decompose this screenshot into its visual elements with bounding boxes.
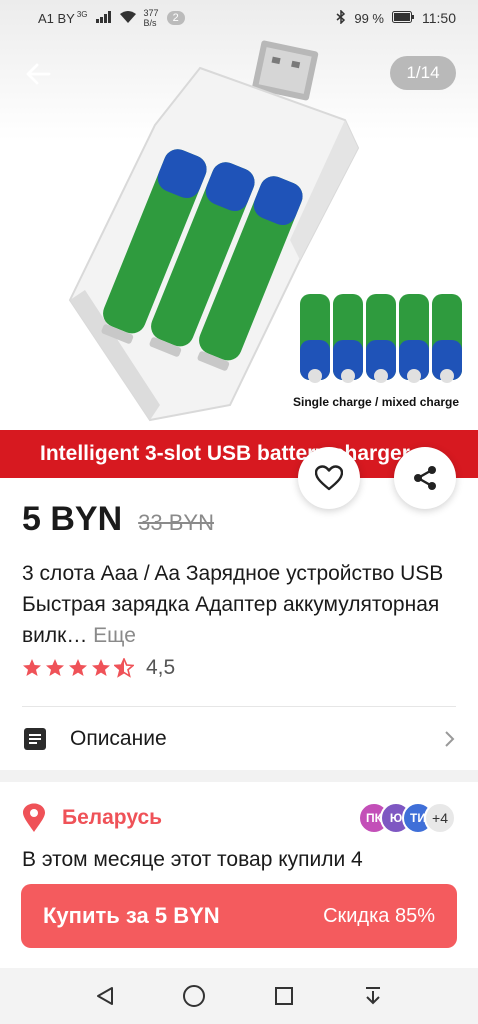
nav-back-button[interactable]	[85, 976, 125, 1016]
description-row[interactable]: Описание	[22, 712, 456, 766]
download-arrow-icon	[366, 987, 381, 1005]
carrier-label: A1 BY	[38, 10, 75, 26]
clock: 11:50	[422, 10, 456, 26]
system-nav-bar	[0, 968, 478, 1024]
star-icon	[46, 659, 64, 676]
nav-notifications-button[interactable]	[353, 976, 393, 1016]
network-label: 3G	[76, 9, 88, 19]
discount-label: Скидка 85%	[323, 904, 435, 927]
status-left: A1 BY 3G 377 B/s 2	[38, 8, 185, 28]
speed-value: 377	[143, 8, 159, 18]
product-image-gallery[interactable]: 1/14 Single charge / mixed charge Intell…	[0, 0, 478, 478]
location-pin-icon	[23, 803, 45, 832]
location-country: Беларусь	[62, 806, 163, 829]
triangle-back-icon	[96, 987, 113, 1005]
arrow-left-icon	[26, 63, 51, 85]
heart-icon	[315, 465, 343, 491]
purchase-stats: В этом месяце этот товар купили 4	[22, 848, 363, 871]
share-icon	[414, 466, 436, 490]
buyer-avatars[interactable]: ПК Ю ТИ +4	[358, 802, 456, 834]
star-icon	[92, 659, 110, 676]
price-row: 5 BYN 33 BYN	[22, 500, 214, 539]
product-page: A1 BY 3G 377 B/s 2 99 % 11:50 1/14 Singl…	[0, 0, 478, 1024]
wifi-icon	[119, 10, 136, 26]
buy-button[interactable]: Купить за 5 BYN Скидка 85%	[21, 884, 457, 948]
status-bar: A1 BY 3G 377 B/s 2 99 % 11:50	[0, 0, 478, 36]
network-speed: 377 B/s	[144, 8, 159, 28]
image-counter: 1/14	[390, 56, 456, 90]
location-row[interactable]: Беларусь ПК Ю ТИ +4	[22, 800, 456, 836]
nav-home-button[interactable]	[174, 976, 214, 1016]
chevron-right-icon	[445, 731, 455, 747]
signal-icon	[95, 10, 112, 26]
square-recents-icon	[274, 987, 293, 1005]
product-title[interactable]: 3 слота Aaa / Aa Зарядное устройство USB…	[22, 558, 462, 651]
battery-percent: 99 %	[354, 10, 384, 26]
divider	[22, 706, 456, 707]
star-half-icon	[114, 658, 134, 678]
status-right: 99 % 11:50	[336, 8, 456, 27]
star-icon	[23, 659, 41, 676]
avatar-more-count: +4	[424, 802, 456, 834]
image-caption: Single charge / mixed charge	[293, 395, 460, 409]
speed-unit: B/s	[143, 18, 157, 28]
rating-stars	[22, 658, 134, 678]
rating-row[interactable]: 4,5	[22, 656, 175, 680]
circle-home-icon	[183, 985, 206, 1007]
product-title-text: 3 слота Aaa / Aa Зарядное устройство USB…	[22, 562, 444, 647]
old-price: 33 BYN	[138, 510, 214, 535]
nav-recents-button[interactable]	[264, 976, 304, 1016]
description-label: Описание	[70, 727, 167, 750]
rating-value: 4,5	[146, 656, 176, 679]
section-separator	[0, 770, 478, 782]
favorite-button[interactable]	[298, 447, 360, 509]
buy-button-label: Купить за 5 BYN	[43, 903, 220, 928]
bluetooth-icon	[336, 8, 346, 27]
document-icon	[24, 728, 46, 750]
current-price: 5 BYN	[22, 500, 123, 538]
back-button[interactable]	[20, 56, 56, 92]
star-icon	[69, 659, 87, 676]
more-link[interactable]: Еще	[93, 624, 136, 647]
share-button[interactable]	[394, 447, 456, 509]
battery-icon	[392, 10, 414, 26]
notification-badge: 2	[166, 11, 185, 25]
